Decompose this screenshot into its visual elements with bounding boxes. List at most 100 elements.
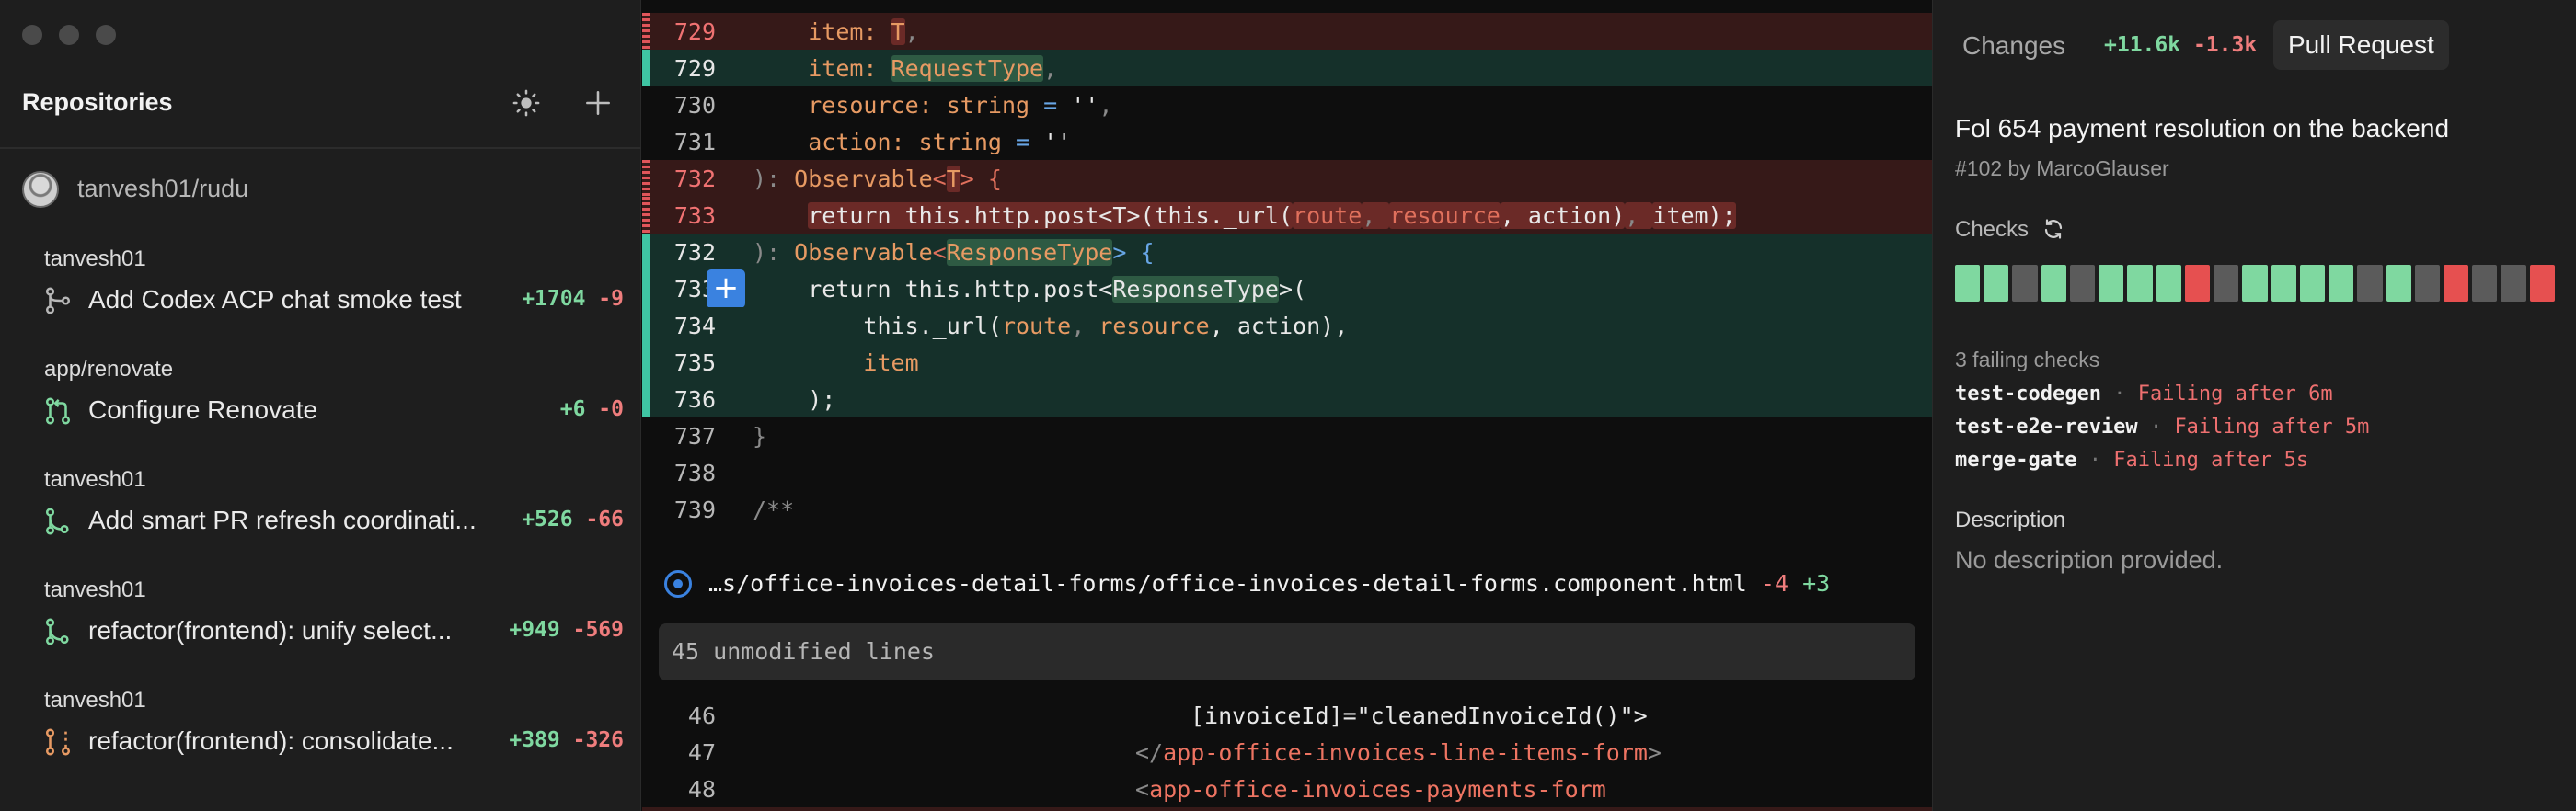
git-merge-icon: [45, 287, 71, 314]
line-number: 732: [673, 239, 716, 266]
window-close-button[interactable]: [22, 25, 42, 45]
check-pending-segment[interactable]: [2214, 265, 2239, 302]
check-pending-segment[interactable]: [2069, 265, 2096, 302]
pr-title: refactor(frontend): consolidate...: [88, 726, 454, 755]
code-text: return this.http.post<T>(this._url(route…: [808, 202, 1736, 229]
diff-line-deleted[interactable]: 732 ): Observable<T> {: [642, 160, 1932, 197]
expand-unmodified-lines-button[interactable]: 45 unmodified lines: [659, 623, 1915, 680]
tab-changes[interactable]: Changes: [1962, 31, 2065, 61]
check-success-segment[interactable]: [2127, 265, 2153, 302]
failing-check-item[interactable]: test-codegen · Failing after 6m: [1955, 383, 2333, 406]
check-success-segment[interactable]: [2242, 265, 2268, 302]
diff-line-added[interactable]: 734 this._url(route, resource, action),: [642, 307, 1932, 344]
sun-icon: [512, 89, 540, 117]
pr-deletions: -9: [598, 287, 624, 311]
failing-check-item[interactable]: test-e2e-review · Failing after 5m: [1955, 416, 2369, 439]
diff-line-added[interactable]: 732 ): Observable<ResponseType> {: [642, 234, 1932, 270]
pr-deletions: -66: [585, 508, 624, 531]
check-success-segment[interactable]: [2156, 265, 2181, 302]
diff-line-added[interactable]: 733 return this.http.post<ResponseType>(: [642, 270, 1932, 307]
code-text: item: [863, 349, 919, 376]
check-success-segment[interactable]: [2329, 265, 2354, 302]
avatar: [22, 171, 59, 208]
diff-line-context[interactable]: 739 /**: [642, 491, 1932, 528]
check-pending-segment[interactable]: [2472, 265, 2498, 302]
tab-pull-request[interactable]: Pull Request: [2273, 20, 2449, 70]
pr-title: Configure Renovate: [88, 395, 318, 424]
check-success-segment[interactable]: [2271, 265, 2296, 302]
pr-list-item[interactable]: tanvesh01 refactor(frontend): unify sele…: [22, 577, 626, 669]
diff-line-context[interactable]: 47 </app-office-invoices-line-items-form…: [642, 734, 1932, 771]
repositories-sidebar: Repositories tanvesh01/rudu tanvesh01 Ad…: [0, 0, 641, 811]
add-repository-button[interactable]: [580, 85, 616, 121]
window-minimize-button[interactable]: [59, 25, 79, 45]
check-pending-segment[interactable]: [2012, 265, 2038, 302]
code-text: [invoiceId]="cleanedInvoiceId()">: [1190, 702, 1648, 729]
description-label: Description: [1955, 508, 2066, 532]
code-text: item: RequestType,: [808, 55, 1058, 82]
diff-line-context[interactable]: 730 resource: string = '',: [642, 86, 1932, 123]
diff-line-deleted[interactable]: 733 return this.http.post<T>(this._url(r…: [642, 197, 1932, 234]
file-deletions: -4: [1760, 570, 1789, 597]
check-success-segment[interactable]: [2386, 265, 2411, 302]
line-number: 733: [673, 202, 716, 229]
diff-line-context[interactable]: 738: [642, 454, 1932, 491]
add-comment-button[interactable]: +: [707, 269, 745, 308]
repository-name: tanvesh01/rudu: [77, 175, 249, 202]
checks-status-bar: [1955, 265, 2555, 302]
git-branch-icon: [45, 618, 69, 645]
diff-line-context[interactable]: 737 }: [642, 417, 1932, 454]
line-number: 730: [673, 92, 716, 119]
pr-list-item[interactable]: app/renovate Configure Renovate +6 -0: [22, 357, 626, 449]
check-success-segment[interactable]: [2099, 265, 2124, 302]
file-header[interactable]: …s/office-invoices-detail-forms/office-i…: [664, 565, 1925, 601]
repository-item[interactable]: tanvesh01/rudu: [22, 171, 611, 208]
pr-list-item[interactable]: tanvesh01 Add smart PR refresh coordinat…: [22, 467, 626, 559]
theme-toggle-button[interactable]: [508, 85, 545, 121]
diff-line-added[interactable]: 735 item: [642, 344, 1932, 381]
checks-label: Checks: [1955, 217, 2030, 242]
diff-line-context[interactable]: 48 <app-office-invoices-payments-form: [642, 771, 1932, 807]
diff-line-context[interactable]: 46 [invoiceId]="cleanedInvoiceId()">: [642, 697, 1932, 734]
failing-check-item[interactable]: merge-gate · Failing after 5s: [1955, 449, 2308, 472]
diff-line-deleted[interactable]: 729 item: T,: [642, 13, 1932, 50]
check-failure-segment[interactable]: [2443, 265, 2469, 302]
changes-additions: +11.6k: [2104, 33, 2181, 57]
code-text: <app-office-invoices-payments-form: [1135, 776, 1606, 803]
sidebar-header: Repositories: [22, 85, 620, 121]
line-number: 738: [673, 460, 716, 486]
check-failure-segment[interactable]: [2529, 265, 2555, 302]
pr-author: tanvesh01: [44, 246, 146, 271]
refresh-icon[interactable]: [2042, 218, 2064, 240]
pr-list-item[interactable]: tanvesh01 refactor(frontend): consolidat…: [22, 688, 626, 780]
diff-line-context[interactable]: 731 action: string = '': [642, 123, 1932, 160]
pr-list-item[interactable]: tanvesh01 Add Codex ACP chat smoke test …: [22, 246, 626, 338]
check-pending-segment[interactable]: [2357, 265, 2383, 302]
pr-title: Add smart PR refresh coordinati...: [88, 506, 477, 534]
pr-diff-stats: +1704 -9: [522, 287, 624, 311]
check-success-segment[interactable]: [2041, 265, 2066, 302]
unmodified-lines-label: 45 unmodified lines: [672, 638, 935, 665]
code-text: ): Observable<T> {: [753, 166, 1002, 192]
line-number: 737: [673, 423, 716, 450]
check-pending-segment[interactable]: [2414, 265, 2440, 302]
check-success-segment[interactable]: [2299, 265, 2326, 302]
pull-request-panel: Changes +11.6k -1.3k Pull Request Fol 65…: [1932, 0, 2576, 811]
plus-icon: +: [712, 269, 740, 306]
check-success-segment[interactable]: [1955, 265, 1981, 302]
pr-title: Add Codex ACP chat smoke test: [88, 285, 462, 314]
line-number: 736: [673, 386, 716, 413]
pr-additions: +949: [509, 618, 560, 642]
pr-additions: +6: [559, 397, 586, 421]
check-pending-segment[interactable]: [2501, 265, 2526, 302]
pr-additions: +389: [509, 728, 560, 752]
line-number: 729: [673, 18, 716, 45]
code-text: resource: string = '',: [808, 92, 1113, 119]
check-failure-segment[interactable]: [2184, 265, 2211, 302]
code-text: </app-office-invoices-line-items-form>: [1135, 739, 1662, 766]
code-text: );: [808, 386, 836, 413]
diff-line-added[interactable]: 729 item: RequestType,: [642, 50, 1932, 86]
check-success-segment[interactable]: [1984, 265, 2009, 302]
window-zoom-button[interactable]: [96, 25, 116, 45]
diff-line-added[interactable]: 736 );: [642, 381, 1932, 417]
